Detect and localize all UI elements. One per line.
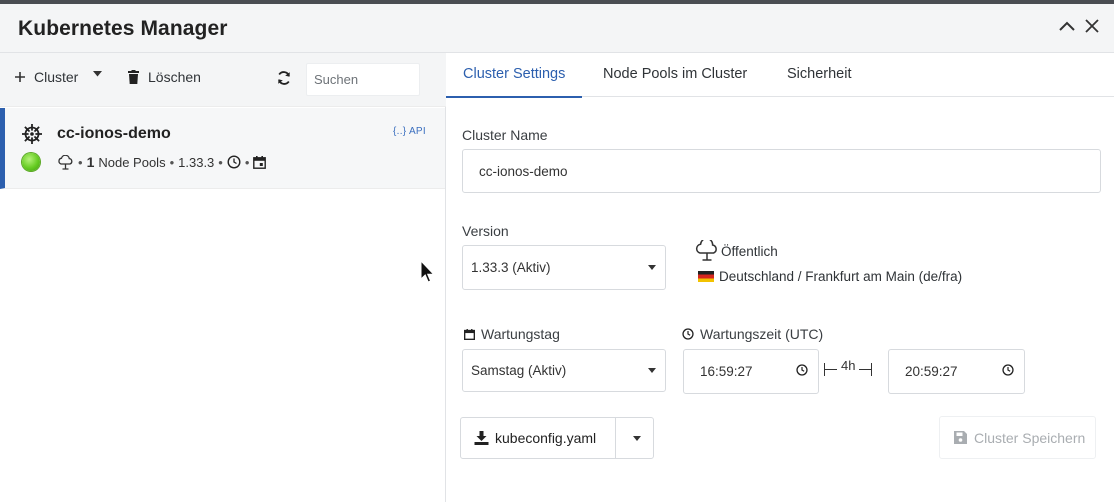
- plus-icon: [15, 72, 25, 82]
- visibility-info: Öffentlich: [694, 240, 778, 262]
- duration-line: [859, 369, 872, 370]
- save-cluster-label: Cluster Speichern: [974, 429, 1086, 446]
- maintenance-start-time-input[interactable]: 16:59:27: [683, 349, 819, 394]
- end-time-value: 20:59:27: [905, 364, 958, 379]
- maintenance-day-value: Samstag (Aktiv): [471, 363, 567, 378]
- add-cluster-label: Cluster: [34, 69, 79, 85]
- cloud-icon: [695, 240, 717, 261]
- chevron-up-icon: [1059, 21, 1075, 31]
- region-text: Deutschland / Frankfurt am Main (de/fra): [719, 269, 963, 284]
- title-bar: Kubernetes Manager: [0, 4, 1114, 53]
- maintenance-day-select[interactable]: Samstag (Aktiv): [462, 349, 666, 392]
- duration-bracket-right: [871, 363, 873, 376]
- save-cluster-button[interactable]: Cluster Speichern: [939, 416, 1096, 459]
- cluster-list-pane: Cluster Löschen cc-ionos-demo {..} API •…: [0, 53, 446, 502]
- maintenance-duration: 4h: [824, 358, 873, 377]
- download-kubeconfig-button[interactable]: kubeconfig.yaml: [461, 418, 616, 458]
- cluster-version: 1.33.3: [178, 154, 215, 170]
- caret-down-icon: [93, 71, 102, 77]
- add-cluster-button[interactable]: Cluster: [14, 69, 78, 85]
- add-cluster-dropdown[interactable]: [93, 71, 102, 77]
- cluster-meta: • 1 Node Pools • 1.33.3 • •: [57, 154, 267, 170]
- refresh-button[interactable]: [276, 70, 292, 86]
- kubeconfig-dropdown-button[interactable]: [616, 418, 653, 458]
- maintenance-day-label-text: Wartungstag: [481, 326, 560, 342]
- maintenance-time-label-text: Wartungszeit (UTC): [700, 326, 824, 342]
- kubernetes-wheel-icon: [21, 123, 43, 150]
- region-info: Deutschland / Frankfurt am Main (de/fra): [698, 269, 962, 284]
- save-icon: [954, 431, 967, 444]
- calendar-icon: [253, 155, 267, 169]
- maintenance-end-time-input[interactable]: 20:59:27: [888, 349, 1025, 394]
- meta-separator: •: [78, 154, 83, 170]
- trash-icon: [128, 70, 139, 84]
- clock-icon: [682, 328, 694, 340]
- caret-down-icon: [633, 436, 641, 441]
- cluster-toolbar: Cluster Löschen: [0, 53, 446, 107]
- node-pools-label: Node Pools: [98, 154, 166, 170]
- meta-separator: •: [169, 154, 175, 170]
- maintenance-time-label: Wartungszeit (UTC): [682, 326, 823, 342]
- caret-down-icon: [648, 265, 656, 270]
- duration-text: 4h: [841, 358, 856, 373]
- refresh-icon: [278, 71, 290, 85]
- tab-security[interactable]: Sicherheit: [787, 66, 851, 96]
- download-icon: [474, 431, 489, 445]
- window-title: Kubernetes Manager: [18, 17, 228, 40]
- germany-flag-icon: [698, 271, 714, 282]
- settings-tabs: Cluster Settings Node Pools im Cluster S…: [446, 53, 1114, 98]
- close-icon: [1085, 19, 1099, 33]
- version-label: Version: [462, 223, 509, 239]
- kubeconfig-label: kubeconfig.yaml: [495, 430, 597, 446]
- version-value: 1.33.3 (Aktiv): [471, 260, 551, 275]
- duration-line: [825, 369, 837, 370]
- maintenance-day-label: Wartungstag: [464, 326, 560, 342]
- search-input[interactable]: [306, 63, 420, 96]
- meta-separator: •: [218, 154, 223, 170]
- collapse-button[interactable]: [1055, 12, 1079, 40]
- cluster-status-indicator: [22, 153, 40, 171]
- tab-cluster-settings[interactable]: Cluster Settings: [446, 66, 583, 98]
- cluster-name: cc-ionos-demo: [57, 125, 171, 142]
- caret-down-icon: [648, 368, 656, 373]
- delete-cluster-label: Löschen: [148, 69, 201, 85]
- clock-icon: [796, 364, 808, 376]
- node-pool-count: 1: [86, 154, 95, 170]
- clock-icon: [227, 155, 241, 169]
- mouse-cursor-icon: [420, 260, 435, 283]
- clock-icon: [1002, 364, 1014, 376]
- api-badge[interactable]: {..} API: [393, 126, 426, 137]
- cluster-list-item[interactable]: cc-ionos-demo {..} API • 1 Node Pools • …: [0, 108, 445, 189]
- cloud-icon: [58, 154, 73, 170]
- tab-node-pools[interactable]: Node Pools im Cluster: [603, 66, 747, 96]
- delete-cluster-button[interactable]: Löschen: [128, 69, 201, 85]
- cluster-name-label: Cluster Name: [462, 127, 548, 143]
- close-button[interactable]: [1080, 12, 1104, 40]
- meta-separator: •: [244, 154, 250, 170]
- calendar-icon: [464, 328, 475, 340]
- version-select[interactable]: 1.33.3 (Aktiv): [462, 245, 666, 290]
- cluster-settings-pane: Cluster Settings Node Pools im Cluster S…: [446, 53, 1114, 502]
- visibility-text: Öffentlich: [721, 243, 778, 259]
- start-time-value: 16:59:27: [700, 364, 753, 379]
- kubeconfig-split-button: kubeconfig.yaml: [460, 417, 654, 459]
- cluster-name-input[interactable]: [462, 149, 1101, 193]
